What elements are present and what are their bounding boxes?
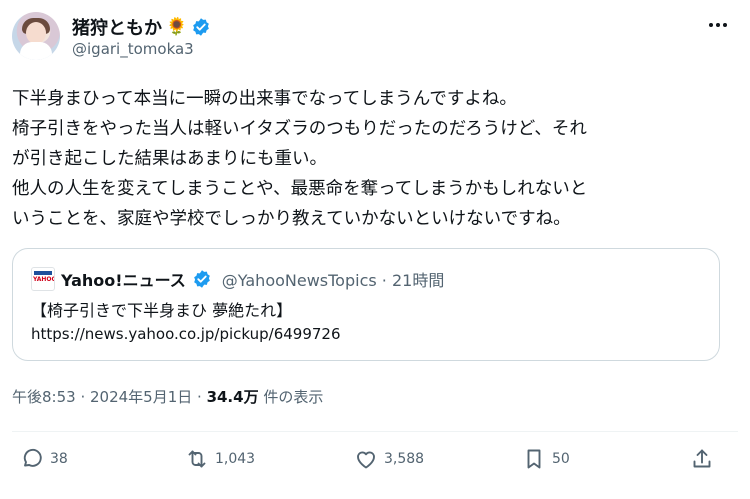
like-count: 3,588 — [384, 451, 425, 467]
verified-badge-icon — [193, 18, 210, 36]
bookmark-button[interactable]: 50 — [522, 447, 570, 471]
tweet-meta: 午後8:53 · 2024年5月1日 · 34.4万 件の表示 — [12, 386, 323, 407]
retweet-count: 1,043 — [215, 451, 256, 467]
share-icon — [693, 449, 711, 468]
like-button[interactable]: 3,588 — [354, 447, 424, 471]
retweet-icon — [188, 450, 206, 468]
tweet-line: いうことを、家庭や学校でしっかり教えていかないといけないですね。 — [12, 209, 571, 229]
yahoo-logo-text: YAHOO! — [33, 276, 54, 283]
tweet-text: 下半身まひって本当に一瞬の出来事でなってしまうんですよね。 椅子引きをやった当人… — [12, 84, 732, 234]
quoted-tweet-header: YAHOO! Yahoo!ニュース @YahooNewsTopics · 21時… — [31, 267, 444, 291]
sunflower-emoji: 🌻 — [166, 16, 188, 37]
quoted-author-name: Yahoo!ニュース — [61, 271, 186, 290]
action-bar: 38 1,043 3,588 50 — [12, 447, 730, 479]
heart-icon — [357, 451, 375, 469]
views-label: 件の表示 — [258, 388, 324, 406]
tweet: 猪狩ともか 🌻 @igari_tomoka3 下半身まひって本当に一瞬の出来事で… — [0, 0, 750, 499]
bookmark-icon — [527, 449, 541, 469]
avatar[interactable] — [12, 12, 60, 60]
bookmark-count: 50 — [552, 451, 570, 467]
author-display-name[interactable]: 猪狩ともか — [72, 14, 162, 40]
reply-count: 38 — [50, 451, 68, 467]
yahoo-news-logo-icon: YAHOO! — [31, 267, 55, 291]
tweet-line: が引き起こした結果はあまりにも重い。 — [12, 149, 327, 169]
tweet-line: 椅子引きをやった当人は軽いイタズラのつもりだったのだろうけど、それ — [12, 119, 587, 139]
quoted-verified-badge-icon — [193, 270, 210, 288]
tweet-line: 他人の人生を変えてしまうことや、最悪命を奪ってしまうかもしれないと — [12, 179, 588, 199]
author-name-row: 猪狩ともか 🌻 — [72, 14, 211, 40]
author-handle[interactable]: @igari_tomoka3 — [72, 40, 194, 58]
quoted-handle-time: @YahooNewsTopics · 21時間 — [221, 271, 445, 290]
tweet-timestamp[interactable]: 午後8:53 · 2024年5月1日 · — [12, 388, 207, 406]
more-options-icon[interactable] — [706, 18, 730, 32]
quoted-url[interactable]: https://news.yahoo.co.jp/pickup/6499726 — [31, 325, 341, 343]
retweet-button[interactable]: 1,043 — [185, 447, 255, 471]
quoted-title: 【椅子引きで下半身まひ 夢絶たれ】 — [31, 301, 293, 320]
share-button[interactable] — [690, 447, 714, 471]
reply-icon — [23, 448, 42, 467]
divider — [12, 431, 738, 432]
quoted-tweet-card[interactable]: YAHOO! Yahoo!ニュース @YahooNewsTopics · 21時… — [12, 248, 720, 361]
tweet-line: 下半身まひって本当に一瞬の出来事でなってしまうんですよね。 — [12, 89, 517, 109]
reply-button[interactable]: 38 — [20, 447, 68, 471]
views-count: 34.4万 — [206, 388, 259, 406]
